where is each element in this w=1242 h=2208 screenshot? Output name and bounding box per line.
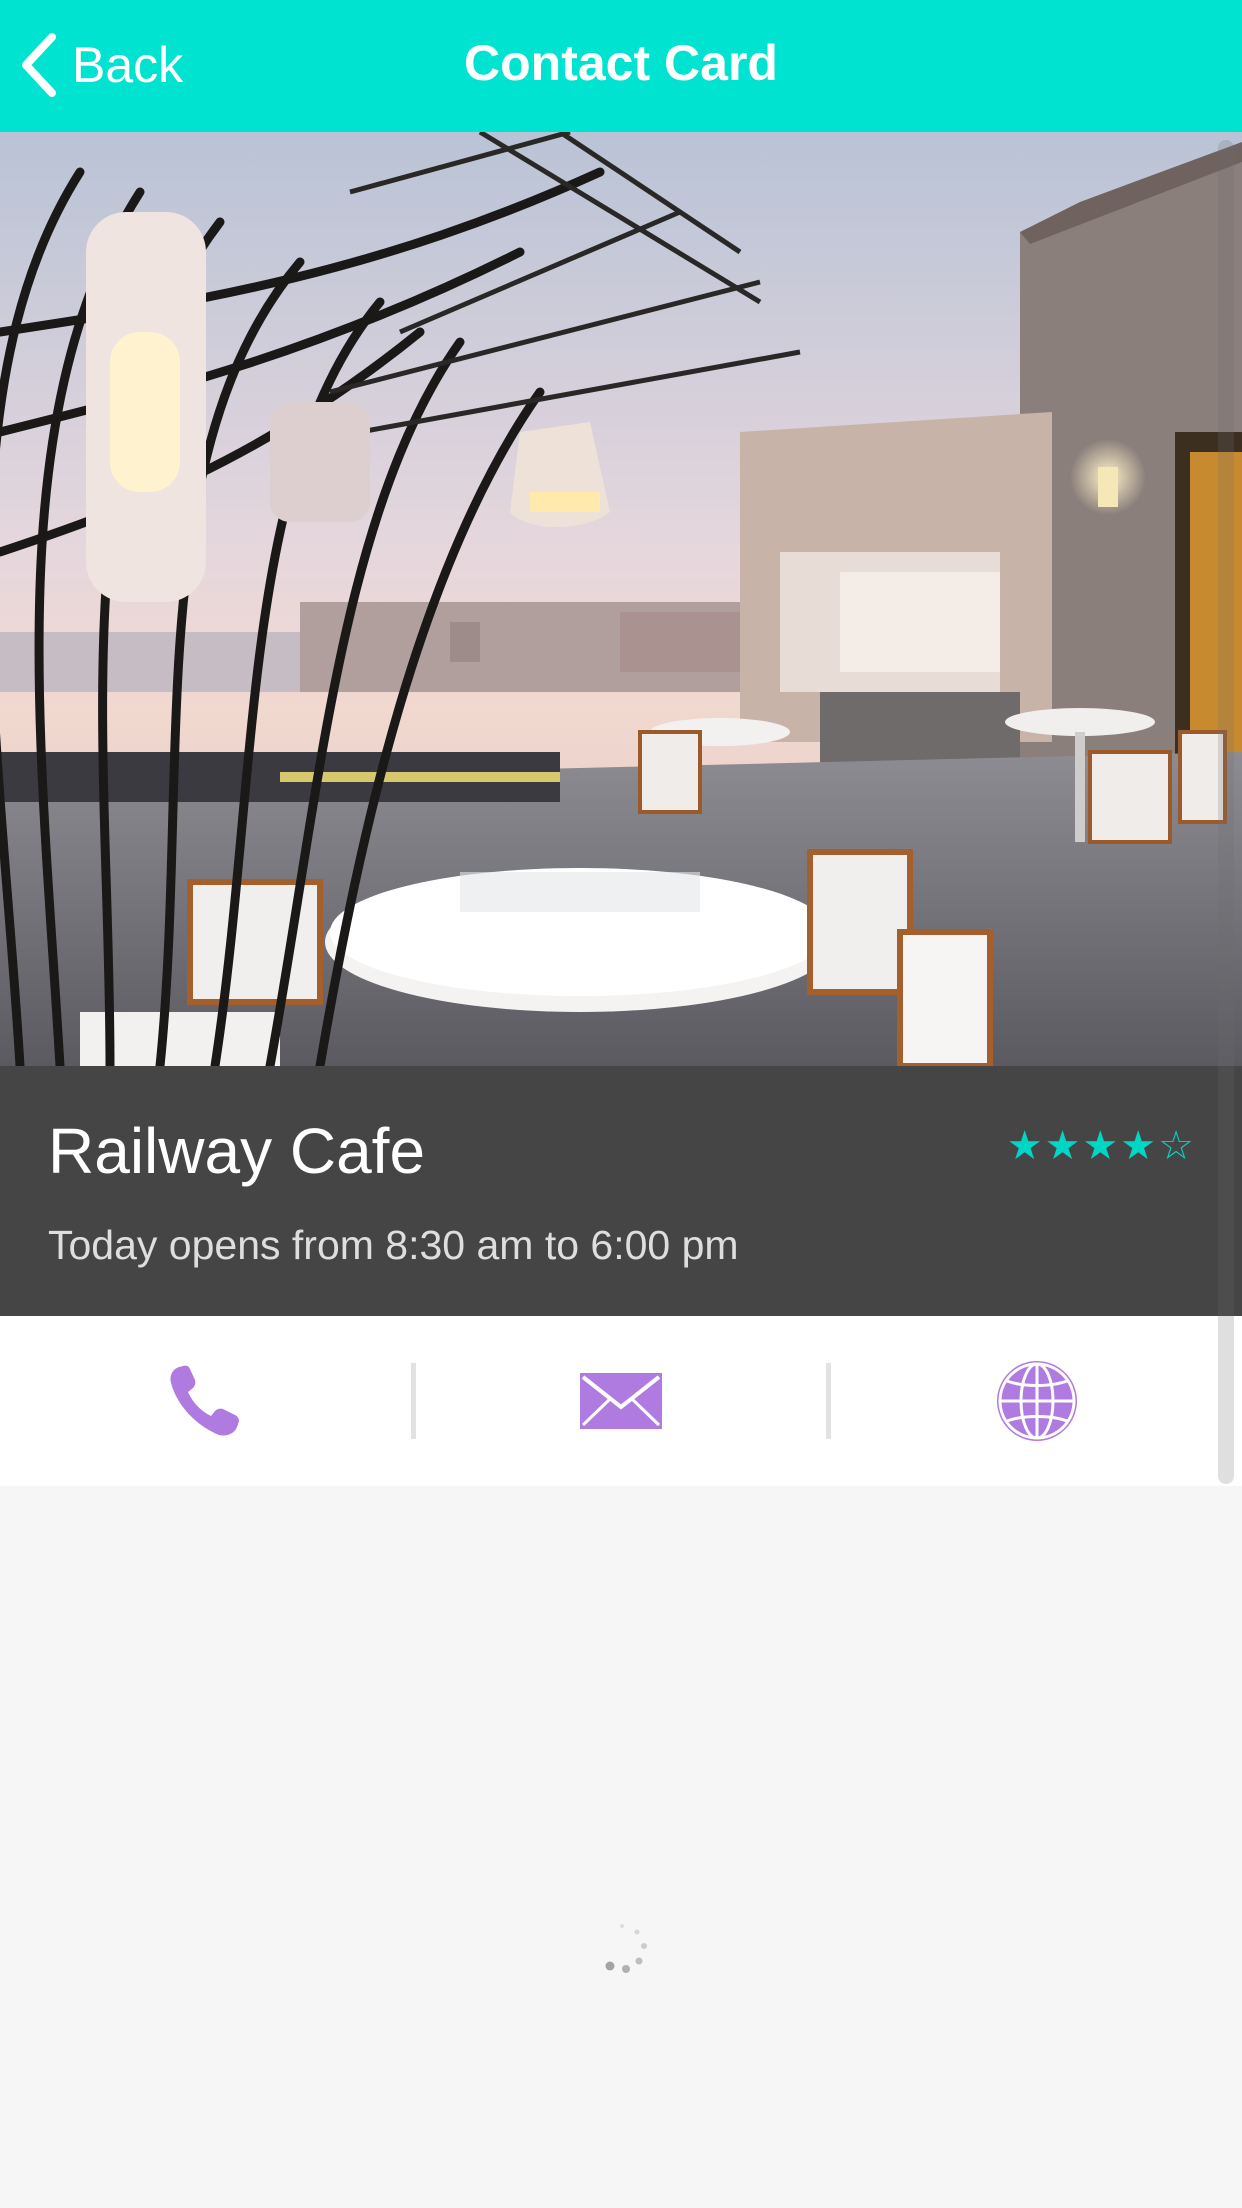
website-button[interactable] bbox=[831, 1316, 1242, 1486]
star-filled-icon: ★ bbox=[1120, 1123, 1157, 1169]
photo-gallery[interactable] bbox=[0, 132, 1242, 1066]
contact-actions bbox=[0, 1316, 1242, 1486]
email-button[interactable] bbox=[416, 1316, 827, 1486]
venue-info-panel: Railway Cafe ★ ★ ★ ★ ☆ Today opens from … bbox=[0, 1066, 1242, 1316]
scrollbar[interactable] bbox=[1218, 140, 1234, 1484]
page-title: Contact Card bbox=[464, 35, 778, 91]
star-filled-icon: ★ bbox=[1006, 1123, 1043, 1169]
mail-icon bbox=[580, 1373, 662, 1429]
loading-spinner bbox=[605, 1924, 647, 1973]
call-button[interactable] bbox=[0, 1316, 411, 1486]
phone-icon bbox=[170, 1365, 240, 1436]
star-rating: ★ ★ ★ ★ ☆ bbox=[1007, 1126, 1194, 1166]
globe-icon bbox=[996, 1361, 1077, 1441]
venue-name: Railway Cafe bbox=[48, 1115, 426, 1187]
nav-bar: Back Contact Card bbox=[0, 0, 1242, 132]
star-filled-icon: ★ bbox=[1044, 1123, 1081, 1169]
restaurant-photo bbox=[0, 132, 1242, 1066]
star-filled-icon: ★ bbox=[1082, 1123, 1119, 1169]
star-empty-icon: ☆ bbox=[1158, 1123, 1194, 1169]
opening-hours: Today opens from 8:30 am to 6:00 pm bbox=[48, 1222, 739, 1268]
